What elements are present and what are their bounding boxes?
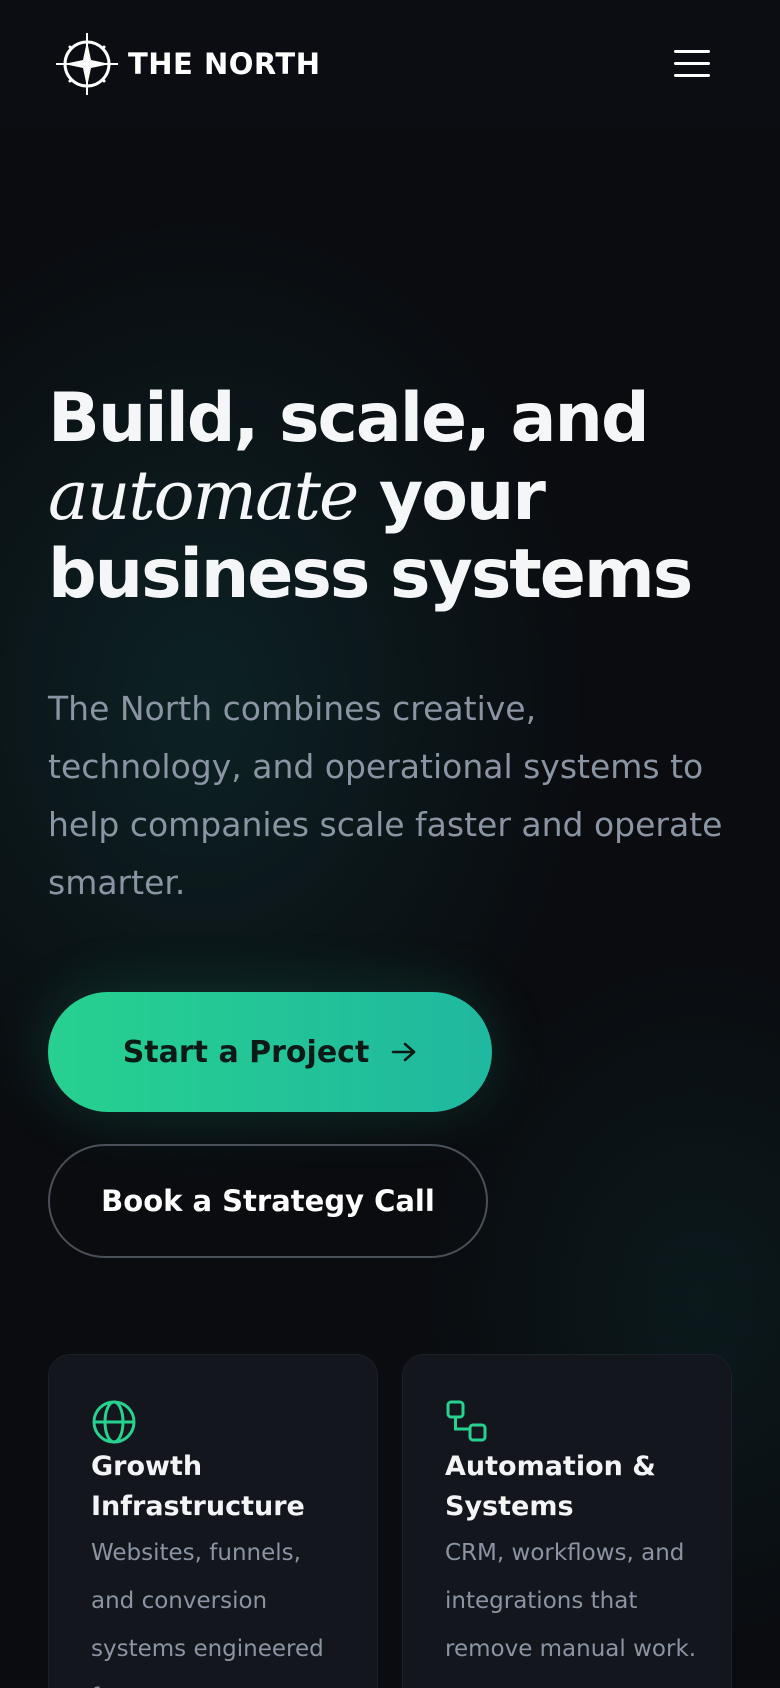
hero-subcopy: The North combines creative, technology,…: [48, 689, 723, 902]
feature-card-growth[interactable]: Growth Infrastructure Websites, funnels,…: [48, 1354, 378, 1688]
feature-card-automation[interactable]: Automation & Systems CRM, workflows, and…: [402, 1354, 732, 1688]
menu-bar: [674, 62, 710, 65]
headline-line-2-rest: your: [357, 457, 546, 536]
feature-description: Websites, funnels, and conversion system…: [91, 1540, 324, 1688]
start-project-label: Start a Project: [122, 1034, 370, 1070]
feature-description: CRM, workflows, and integrations that re…: [445, 1540, 697, 1662]
menu-bar: [674, 50, 710, 53]
workflow-icon: [446, 1400, 487, 1442]
book-strategy-call-label: Book a Strategy Call: [101, 1184, 435, 1218]
menu-bar: [674, 74, 710, 77]
site-header: THE NORTH: [0, 0, 780, 128]
feature-title: Automation & Systems: [445, 1451, 656, 1522]
book-strategy-call-button[interactable]: Book a Strategy Call: [48, 1144, 488, 1258]
arrow-right-icon: [391, 1042, 416, 1062]
headline-line-3: business systems: [48, 535, 693, 614]
headline-line-1: Build, scale, and: [48, 379, 650, 458]
landing-page: THE NORTH Build, scale, and automate you…: [0, 0, 780, 1688]
hamburger-menu-icon[interactable]: [670, 44, 714, 80]
feature-title: Growth Infrastructure: [91, 1451, 305, 1522]
globe-icon: [92, 1400, 136, 1444]
hero-headline: Build, scale, and automate your business…: [48, 380, 748, 614]
headline-emphasis: automate: [48, 457, 359, 536]
compass-icon: [56, 33, 118, 95]
brand-name: THE NORTH: [128, 47, 321, 81]
brand-logo[interactable]: THE NORTH: [54, 30, 320, 98]
start-project-button[interactable]: Start a Project: [48, 992, 492, 1112]
